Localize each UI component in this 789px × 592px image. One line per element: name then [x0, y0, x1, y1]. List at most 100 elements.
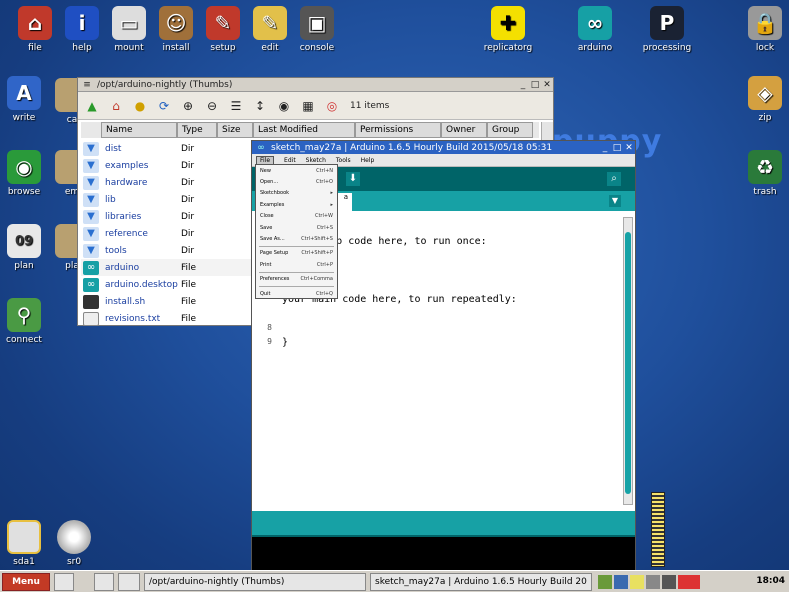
select-all-icon[interactable]: ▦ [298, 96, 318, 116]
file-name: lib [105, 194, 116, 205]
file-menu-item-save-as[interactable]: Save As... Ctrl+Shift+S [256, 233, 337, 244]
arduino-icon: ∞ [578, 6, 612, 40]
file-menu-item-quit[interactable]: Quit Ctrl+Q [256, 288, 337, 299]
cd-drive-icon [57, 520, 91, 554]
file-type: Dir [181, 211, 195, 222]
save-download-icon[interactable]: ⬇ [346, 172, 360, 186]
column-name[interactable]: Name [101, 122, 177, 138]
close-icon[interactable]: ✕ [623, 143, 635, 153]
desktop-icon-console[interactable]: ▣ console [287, 6, 347, 53]
show-hidden-icon[interactable]: ◉ [274, 96, 294, 116]
arduino-logo-icon: ∞ [257, 142, 265, 153]
folder-icon: ▼ [83, 158, 99, 173]
start-menu-button[interactable]: Menu [2, 572, 50, 591]
file-icon [83, 294, 99, 309]
file-type: Dir [181, 245, 195, 256]
column-group[interactable]: Group [487, 122, 533, 138]
battery-icon[interactable] [646, 574, 660, 589]
tab-menu-icon[interactable]: ▼ [609, 195, 621, 207]
maximize-icon[interactable]: □ [611, 143, 623, 153]
desktop-icon-processing[interactable]: Pprocessing [637, 6, 697, 53]
file-type: Dir [181, 143, 195, 154]
refresh-icon[interactable]: ⟳ [154, 96, 174, 116]
desktop-icon-label: arduino [577, 43, 613, 53]
clock[interactable]: 18:04 [756, 576, 785, 586]
file-name: examples [105, 160, 149, 171]
bookmark-icon[interactable]: ● [130, 96, 150, 116]
menu-item-shortcut: Ctrl+Q [315, 290, 333, 297]
clipboard-icon[interactable] [630, 574, 644, 589]
desktop-icon-trash[interactable]: ♻ trash [735, 150, 789, 197]
column-size[interactable]: Size [217, 122, 253, 138]
file-menu-item-new[interactable]: New Ctrl+N [256, 165, 337, 176]
plan-icon: 09 [7, 224, 41, 258]
file-menu-item-sketchbook[interactable]: Sketchbook ▸ [256, 188, 337, 199]
editor-scrollbar[interactable] [623, 217, 633, 505]
menu-help[interactable]: Help [361, 157, 375, 164]
menu-item-label: Close [260, 213, 274, 220]
file-menu-item-examples[interactable]: Examples ▸ [256, 199, 337, 210]
arduino-titlebar[interactable]: ∞ sketch_may27a | Arduino 1.6.5 Hourly B… [252, 141, 635, 154]
drive-sr0[interactable]: sr0 [44, 520, 104, 567]
desktop-icon-arduino[interactable]: ∞ arduino [565, 6, 625, 53]
column-owner[interactable]: Owner [441, 122, 487, 138]
show-desktop-button[interactable] [54, 572, 74, 591]
menu-edit[interactable]: Edit [284, 157, 296, 164]
column-permissions[interactable]: Permissions [355, 122, 441, 138]
up-arrow-icon[interactable]: ▲ [82, 96, 102, 116]
desktop-icon-connect[interactable]: ⚲ connect [0, 298, 54, 345]
desktop-icon-zip[interactable]: ◈ zip [735, 76, 789, 123]
file-manager-titlebar[interactable]: ≡ /opt/arduino-nightly (Thumbs) _ □ ✕ [78, 78, 553, 92]
drive-icon[interactable] [662, 574, 676, 589]
desktop-icon-lock[interactable]: 🔒 lock [735, 6, 789, 53]
help-icon: i [65, 6, 99, 40]
menu-item-shortcut: Ctrl+W [314, 213, 333, 220]
desktop-icon-label: processing [642, 43, 692, 53]
minimize-icon[interactable]: _ [599, 143, 611, 153]
window-menu-icon[interactable]: ≡ [81, 80, 93, 90]
file-menu-item-preferences[interactable]: Preferences Ctrl+Comma [256, 274, 337, 285]
sort-icon[interactable]: ↕ [250, 96, 270, 116]
mount-icon: ▭ [112, 6, 146, 40]
file-menu-item-page-setup[interactable]: Page Setup Ctrl+Shift+P [256, 248, 337, 259]
task-arduino[interactable]: sketch_may27a | Arduino 1.6.5 Hourly Bui… [370, 572, 592, 591]
close-icon[interactable]: ✕ [541, 80, 553, 90]
minimize-icon[interactable]: _ [517, 80, 529, 90]
trash-icon: ♻ [748, 150, 782, 184]
file-menu-item-print[interactable]: Print Ctrl+P [256, 259, 337, 270]
menu-sketch[interactable]: Sketch [306, 157, 326, 164]
code-line: } [282, 337, 289, 348]
menu-item-shortcut: Ctrl+Comma [300, 276, 333, 283]
update-icon[interactable] [678, 574, 700, 589]
desktop-icon-replicatorg[interactable]: ✚ replicatorg [478, 6, 538, 53]
network-icon[interactable] [598, 574, 612, 589]
menu-item-shortcut: Ctrl+Shift+S [301, 236, 333, 243]
volume-meter[interactable] [651, 492, 665, 567]
zoom-in-icon[interactable]: ⊕ [178, 96, 198, 116]
file-type: File [181, 313, 197, 324]
desktop-icon-label: replicatorg [483, 43, 533, 53]
menu-item-label: Open... [260, 179, 279, 186]
volume-icon[interactable] [614, 574, 628, 589]
home-icon[interactable]: ⌂ [106, 96, 126, 116]
serial-monitor-icon[interactable]: ⌕ [607, 172, 621, 186]
column-last-modified[interactable]: Last Modified [253, 122, 355, 138]
empty-taskbar-slot-2[interactable] [118, 572, 140, 591]
folder-icon: ▼ [83, 192, 99, 207]
file-type: Dir [181, 177, 195, 188]
file-type: Dir [181, 228, 195, 239]
console-icon: ▣ [300, 6, 334, 40]
file-menu-item-save[interactable]: Save Ctrl+S [256, 222, 337, 233]
file-type: Dir [181, 194, 195, 205]
file-menu-item-open[interactable]: Open... Ctrl+O [256, 176, 337, 187]
details-view-icon[interactable]: ☰ [226, 96, 246, 116]
task-file-manager[interactable]: /opt/arduino-nightly (Thumbs) [144, 572, 366, 591]
help-lifebuoy-icon[interactable]: ◎ [322, 96, 342, 116]
zoom-out-icon[interactable]: ⊖ [202, 96, 222, 116]
menu-tools[interactable]: Tools [336, 157, 351, 164]
file-menu-item-close[interactable]: Close Ctrl+W [256, 211, 337, 222]
column-type[interactable]: Type [177, 122, 217, 138]
desktop-icon-label: trash [753, 187, 777, 197]
empty-taskbar-slot[interactable] [94, 572, 114, 591]
maximize-icon[interactable]: □ [529, 80, 541, 90]
